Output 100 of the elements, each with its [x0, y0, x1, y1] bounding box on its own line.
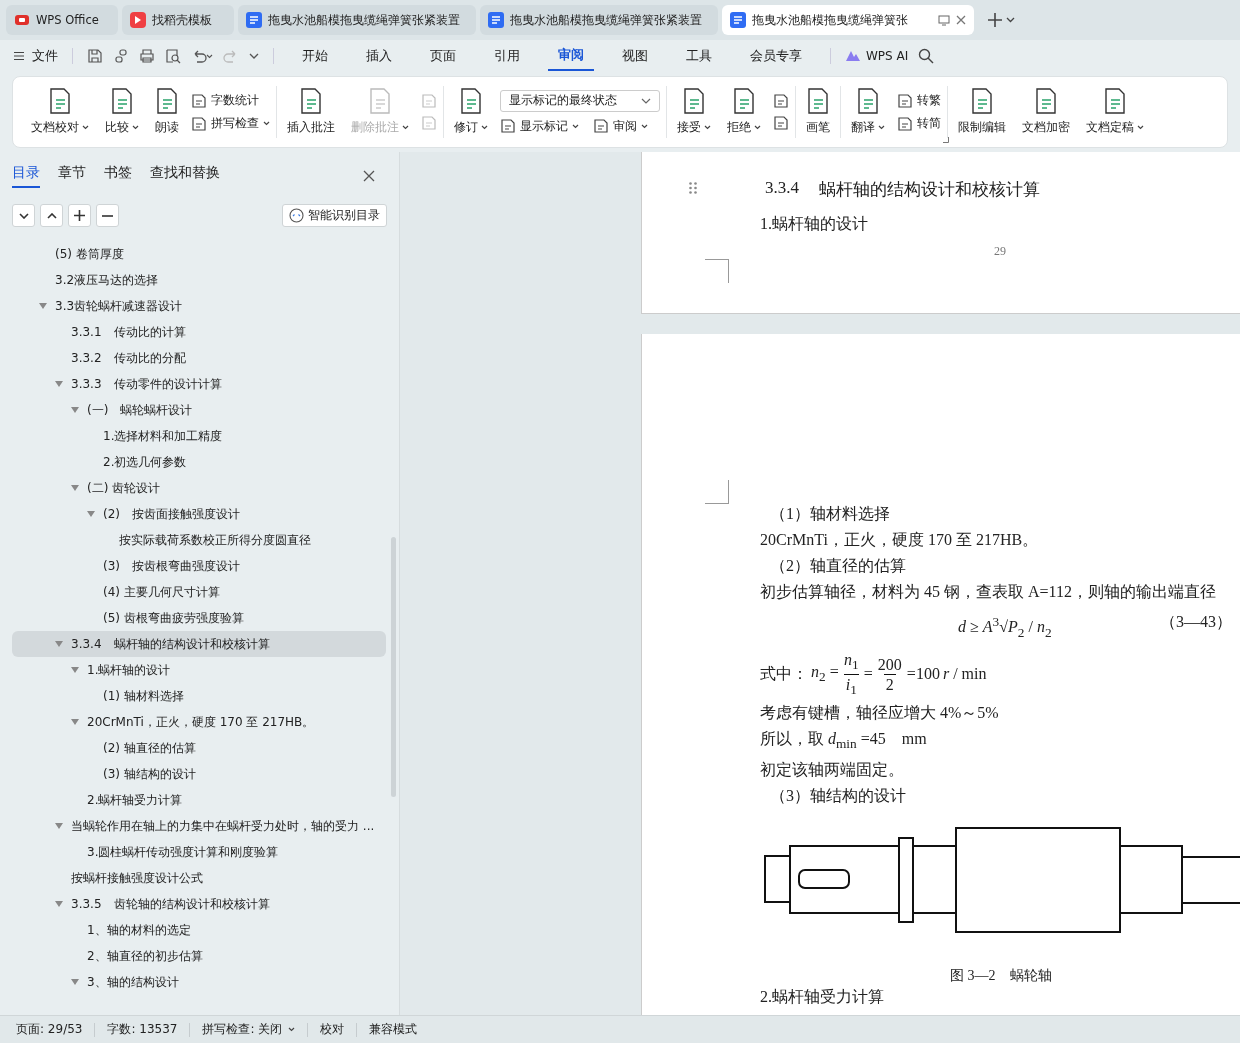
- smart-toc-button[interactable]: 智能识别目录: [282, 204, 387, 227]
- pane-tab[interactable]: 查找和替换: [150, 164, 220, 188]
- collapse-button[interactable]: [40, 204, 63, 227]
- markup-mode-dropdown[interactable]: 显示标记的最终状态: [500, 89, 660, 112]
- tree-toggle-icon[interactable]: [55, 822, 63, 830]
- print-icon[interactable]: [139, 48, 155, 64]
- dialog-launcher-icon[interactable]: [943, 137, 949, 143]
- toc-item[interactable]: (1) 轴材料选择: [12, 683, 386, 709]
- document-tab[interactable]: 拖曳水池船模拖曳缆绳弹簧张: [722, 5, 974, 35]
- toc-item[interactable]: (一) 蜗轮蜗杆设计: [12, 397, 386, 423]
- toc-item[interactable]: 当蜗轮作用在轴上的力集中在蜗杆受力处时，轴的受力 ...: [12, 813, 386, 839]
- tree-toggle-icon[interactable]: [55, 640, 63, 648]
- add-button[interactable]: [68, 204, 91, 227]
- toc-item[interactable]: 3.3.1 传动比的计算: [12, 319, 386, 345]
- ai-button[interactable]: WPS AI: [845, 49, 909, 63]
- pane-tab[interactable]: 目录: [12, 164, 40, 188]
- toc-item[interactable]: 3.3.3 传动零件的设计计算: [12, 371, 386, 397]
- toc-item[interactable]: (二) 齿轮设计: [12, 475, 386, 501]
- document-tab[interactable]: 拖曳水池船模拖曳缆绳弹簧张紧装置: [238, 5, 476, 35]
- monitor-icon[interactable]: [938, 14, 950, 26]
- ribbon-button[interactable]: 文档定稿: [1082, 84, 1148, 140]
- toc-item[interactable]: 1.选择材料和加工精度: [12, 423, 386, 449]
- ribbon-button[interactable]: 限制编辑: [954, 84, 1010, 140]
- toc-item[interactable]: 2、轴直径的初步估算: [12, 943, 386, 969]
- pane-tab[interactable]: 书签: [104, 164, 132, 188]
- toc-item[interactable]: (2) 按齿面接触强度设计: [12, 501, 386, 527]
- toc-item[interactable]: 3.圆柱蜗杆传动强度计算和刚度验算: [12, 839, 386, 865]
- tree-toggle-icon[interactable]: [71, 718, 79, 726]
- ribbon-button[interactable]: 修订: [450, 84, 492, 140]
- ribbon-button[interactable]: 画笔: [802, 84, 834, 140]
- ribbon-tab[interactable]: 工具: [676, 42, 722, 70]
- ribbon-button[interactable]: 转繁: [897, 92, 941, 109]
- save-icon[interactable]: [87, 48, 103, 64]
- drag-handle-icon[interactable]: [689, 182, 697, 194]
- ribbon-tab[interactable]: 审阅: [548, 41, 594, 71]
- ribbon-tab[interactable]: 页面: [420, 42, 466, 70]
- toc-item[interactable]: (5) 卷筒厚度: [12, 241, 386, 267]
- ribbon-tab[interactable]: 引用: [484, 42, 530, 70]
- ribbon-tab[interactable]: 开始: [292, 42, 338, 70]
- toc-item[interactable]: 1、轴的材料的选定: [12, 917, 386, 943]
- ribbon-button[interactable]: 文档加密: [1018, 84, 1074, 140]
- file-menu-button[interactable]: 文件: [14, 47, 58, 65]
- document-tab[interactable]: WPS Office: [6, 5, 118, 35]
- toc-item[interactable]: 3、轴的结构设计: [12, 969, 386, 995]
- ribbon-tab[interactable]: 会员专享: [740, 42, 812, 70]
- ribbon-button[interactable]: 插入批注: [283, 84, 339, 140]
- ribbon-button[interactable]: 文档校对: [27, 84, 93, 140]
- ribbon-tab[interactable]: 视图: [612, 42, 658, 70]
- ribbon-tab[interactable]: 插入: [356, 42, 402, 70]
- ribbon-button[interactable]: 转简: [897, 115, 941, 132]
- toc-item[interactable]: 3.2液压马达的选择: [12, 267, 386, 293]
- tree-toggle-icon[interactable]: [55, 380, 63, 388]
- ribbon-button[interactable]: 接受: [673, 84, 715, 140]
- toc-item[interactable]: 20CrMnTi，正火，硬度 170 至 217HB。: [12, 709, 386, 735]
- new-tab-icon[interactable]: [988, 13, 1002, 27]
- pane-tab[interactable]: 章节: [58, 164, 86, 188]
- close-icon[interactable]: [956, 15, 966, 25]
- close-icon[interactable]: [363, 170, 375, 182]
- remove-button[interactable]: [96, 204, 119, 227]
- tree-toggle-icon[interactable]: [39, 302, 47, 310]
- caret-icon[interactable]: [249, 53, 259, 59]
- ribbon-button[interactable]: 朗读: [151, 84, 183, 140]
- toc-item[interactable]: 1.蜗杆轴的设计: [12, 657, 386, 683]
- ribbon-button[interactable]: 审阅: [593, 117, 648, 135]
- toc-item[interactable]: 3.3.4 蜗杆轴的结构设计和校核计算: [12, 631, 386, 657]
- toc-item[interactable]: (5) 齿根弯曲疲劳强度验算: [12, 605, 386, 631]
- ribbon-button[interactable]: 翻译: [847, 84, 889, 140]
- tree-toggle-icon[interactable]: [87, 510, 95, 518]
- ribbon-button[interactable]: 拼写检查: [191, 115, 270, 132]
- document-tab[interactable]: 找稻壳模板: [122, 5, 234, 35]
- toc-item[interactable]: (2) 轴直径的估算: [12, 735, 386, 761]
- document-tab[interactable]: 拖曳水池船模拖曳缆绳弹簧张紧装置: [480, 5, 718, 35]
- ribbon-button[interactable]: [773, 93, 789, 109]
- ribbon-button[interactable]: 字数统计: [191, 92, 270, 109]
- link-icon[interactable]: [113, 48, 129, 64]
- ribbon-button[interactable]: 比较: [101, 84, 143, 140]
- toc-item[interactable]: (3) 轴结构的设计: [12, 761, 386, 787]
- tree-toggle-icon[interactable]: [71, 484, 79, 492]
- toc-item[interactable]: 3.3齿轮蜗杆减速器设计: [12, 293, 386, 319]
- toc-item[interactable]: (4) 主要几何尺寸计算: [12, 579, 386, 605]
- toc-item[interactable]: 按蜗杆接触强度设计公式: [12, 865, 386, 891]
- ribbon-button[interactable]: 拒绝: [723, 84, 765, 140]
- toc-item[interactable]: 按实际载荷系数校正所得分度圆直径: [12, 527, 386, 553]
- scrollbar-thumb[interactable]: [391, 537, 396, 797]
- toc-item[interactable]: 2.蜗杆轴受力计算: [12, 787, 386, 813]
- tree-toggle-icon[interactable]: [71, 406, 79, 414]
- ribbon-button[interactable]: [773, 115, 789, 131]
- tree-toggle-icon[interactable]: [71, 666, 79, 674]
- tree-toggle-icon[interactable]: [71, 978, 79, 986]
- ribbon-button[interactable]: 显示标记: [500, 117, 579, 135]
- print-preview-icon[interactable]: [165, 48, 181, 64]
- toc-item[interactable]: 3.3.2 传动比的分配: [12, 345, 386, 371]
- expand-button[interactable]: [12, 204, 35, 227]
- caret-icon[interactable]: [1006, 17, 1015, 23]
- toc-item[interactable]: 2.初选几何参数: [12, 449, 386, 475]
- toc-item[interactable]: (3) 按齿根弯曲强度设计: [12, 553, 386, 579]
- toc-item[interactable]: 3.3.5 齿轮轴的结构设计和校核计算: [12, 891, 386, 917]
- search-icon[interactable]: [918, 48, 935, 64]
- tree-toggle-icon[interactable]: [55, 900, 63, 908]
- spell-check-dropdown[interactable]: 拼写检查: 关闭: [202, 1021, 296, 1038]
